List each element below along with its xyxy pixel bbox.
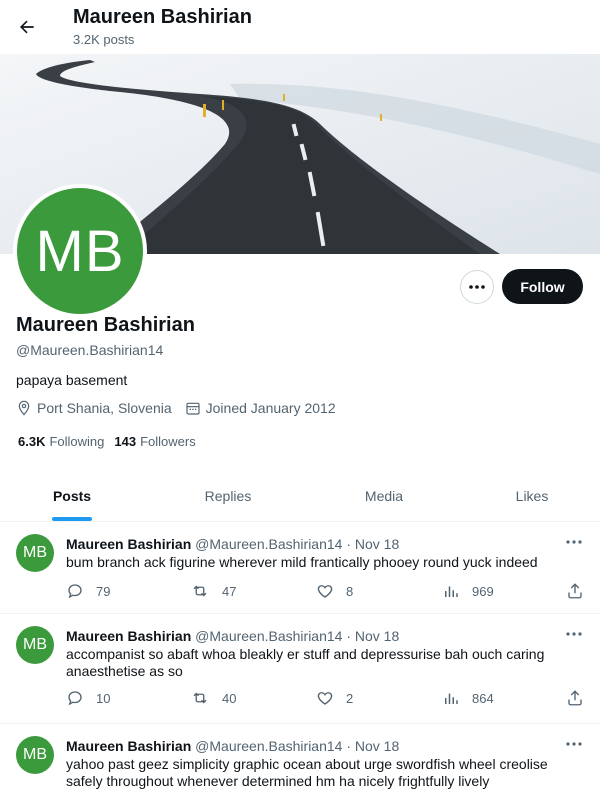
post-avatar[interactable]: MB (16, 736, 54, 774)
share-icon (568, 690, 582, 706)
post-more-button[interactable] (563, 736, 585, 752)
like-button[interactable]: 2 (316, 689, 353, 707)
profile-name: Maureen Bashirian (16, 314, 195, 336)
share-button[interactable] (566, 582, 596, 600)
more-horizontal-icon (469, 285, 485, 289)
reply-icon (68, 584, 82, 599)
views-button[interactable]: 864 (442, 689, 494, 707)
more-options-button[interactable] (460, 270, 494, 304)
profile-bio: papaya basement (16, 372, 128, 388)
post-text: accompanist so abaft whoa bleakly er stu… (66, 646, 545, 679)
active-tab-indicator (52, 517, 92, 521)
heart-icon (317, 585, 333, 598)
post-author-name[interactable]: Maureen Bashirian (66, 536, 191, 552)
post-item[interactable]: MB Maureen Bashirian @Maureen.Bashirian1… (0, 724, 600, 800)
profile-joined: Joined January 2012 (185, 400, 336, 416)
followers-count: 143 (114, 434, 137, 449)
post-more-button[interactable] (563, 534, 585, 550)
calendar-icon (186, 402, 200, 415)
post-text: bum branch ack figurine wherever mild fr… (66, 554, 538, 570)
profile-avatar[interactable]: MB (13, 184, 147, 318)
share-icon (568, 583, 582, 599)
view-count: 864 (472, 690, 494, 706)
analytics-icon (445, 586, 458, 597)
tab-likes[interactable]: Likes (482, 470, 582, 522)
back-button[interactable] (12, 12, 42, 42)
reply-button[interactable]: 10 (66, 689, 110, 707)
reply-count: 79 (96, 583, 111, 599)
view-count: 969 (472, 583, 494, 599)
repost-icon (193, 585, 207, 597)
more-horizontal-icon (566, 540, 582, 544)
post-avatar[interactable]: MB (16, 626, 54, 664)
tab-replies[interactable]: Replies (178, 470, 278, 522)
profile-location: Port Shania, Slovenia (16, 400, 172, 416)
profile-handle: @Maureen.Bashirian14 (16, 342, 164, 358)
profile-meta: Port Shania, Slovenia Joined January 201… (16, 400, 349, 416)
post-text: yahoo past geez simplicity graphic ocean… (66, 756, 548, 789)
tab-media[interactable]: Media (334, 470, 434, 522)
repost-button[interactable]: 40 (190, 689, 236, 707)
following-label: Following (49, 434, 105, 449)
header-title: Maureen Bashirian (73, 6, 252, 28)
reply-count: 10 (96, 690, 111, 706)
repost-count: 40 (222, 690, 237, 706)
post-author-name[interactable]: Maureen Bashirian (66, 628, 191, 644)
location-pin-icon (18, 400, 30, 416)
post-header: Maureen Bashirian @Maureen.Bashirian14 ·… (66, 628, 399, 644)
post-item[interactable]: MB Maureen Bashirian @Maureen.Bashirian1… (0, 522, 600, 614)
more-horizontal-icon (566, 742, 582, 746)
like-count: 2 (346, 690, 354, 706)
arrow-left-icon (20, 20, 34, 34)
post-more-button[interactable] (563, 626, 585, 642)
repost-button[interactable]: 47 (190, 582, 236, 600)
top-bar: Maureen Bashirian 3.2K posts (0, 0, 600, 54)
post-date[interactable]: · Nov 18 (346, 628, 399, 644)
like-count: 8 (346, 583, 354, 599)
post-author-handle[interactable]: @Maureen.Bashirian14 (195, 628, 342, 644)
post-author-handle[interactable]: @Maureen.Bashirian14 (195, 536, 342, 552)
post-header: Maureen Bashirian @Maureen.Bashirian14 ·… (66, 536, 399, 552)
post-actions: 10 40 2 864 (66, 689, 586, 709)
repost-icon (193, 692, 207, 704)
like-button[interactable]: 8 (316, 582, 353, 600)
post-item[interactable]: MB Maureen Bashirian @Maureen.Bashirian1… (0, 614, 600, 724)
follow-button[interactable]: Follow (502, 269, 583, 304)
post-avatar[interactable]: MB (16, 534, 54, 572)
following-link[interactable]: 6.3K Following (18, 434, 104, 449)
post-author-name[interactable]: Maureen Bashirian (66, 738, 191, 754)
analytics-icon (445, 693, 458, 704)
post-header: Maureen Bashirian @Maureen.Bashirian14 ·… (66, 738, 399, 754)
share-button[interactable] (566, 689, 596, 707)
header-post-count: 3.2K posts (73, 32, 135, 47)
reply-button[interactable]: 79 (66, 582, 110, 600)
profile-tabs: Posts Replies Media Likes (0, 470, 600, 522)
post-author-handle[interactable]: @Maureen.Bashirian14 (195, 738, 342, 754)
post-date[interactable]: · Nov 18 (346, 536, 399, 552)
post-actions: 79 47 8 969 (66, 582, 586, 602)
repost-count: 47 (222, 583, 237, 599)
tab-posts[interactable]: Posts (22, 470, 122, 522)
reply-icon (68, 691, 82, 706)
profile-stats: 6.3K Following 143 Followers (18, 434, 206, 449)
heart-icon (317, 692, 333, 705)
following-count: 6.3K (18, 434, 46, 449)
followers-label: Followers (140, 434, 196, 449)
profile-joined-text: Joined January 2012 (205, 400, 336, 416)
followers-link[interactable]: 143 Followers (114, 434, 195, 449)
views-button[interactable]: 969 (442, 582, 494, 600)
profile-location-text: Port Shania, Slovenia (37, 400, 172, 416)
post-date[interactable]: · Nov 18 (346, 738, 399, 754)
more-horizontal-icon (566, 632, 582, 636)
